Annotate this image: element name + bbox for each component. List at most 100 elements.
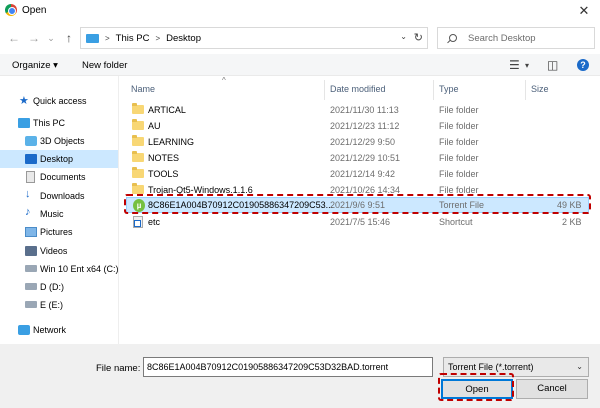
file-type: Shortcut	[439, 217, 473, 227]
file-type: File folder	[439, 137, 479, 147]
file-name: LEARNING	[148, 137, 195, 147]
sidebar-item-label: Documents	[40, 172, 86, 182]
sidebar-item-videos[interactable]: Videos	[0, 242, 118, 260]
search-icon	[449, 34, 457, 42]
file-date: 2021/12/14 9:42	[330, 169, 396, 179]
chevron-down-icon: ⌄	[576, 362, 583, 371]
sidebar-item-documents[interactable]: Documents	[0, 168, 118, 186]
column-divider[interactable]	[433, 80, 434, 100]
sidebar-item-label: This PC	[33, 118, 66, 128]
folder-icon	[132, 151, 144, 162]
file-date: 2021/11/30 11:13	[330, 105, 399, 115]
file-name: AU	[148, 121, 161, 131]
command-bar: Organize ▾ New folder ☰ ▾ ◫ ?	[0, 54, 600, 76]
file-date: 2021/12/29 9:50	[330, 137, 396, 147]
view-options-icon[interactable]: ☰	[509, 58, 520, 72]
breadcrumb-desktop[interactable]: Desktop	[166, 33, 201, 44]
sidebar-item-c-drive[interactable]: Win 10 Ent x64 (C:)	[0, 260, 119, 278]
chevron-down-icon[interactable]: ▾	[525, 61, 529, 70]
organize-button[interactable]: Organize ▾	[12, 60, 58, 71]
column-divider[interactable]	[324, 80, 325, 100]
file-date: 2021/7/5 15:46	[330, 217, 391, 227]
sidebar-item-label: Desktop	[40, 154, 74, 164]
document-icon	[26, 171, 35, 183]
sidebar-item-e-drive[interactable]: E (E:)	[0, 296, 118, 314]
star-icon: ★	[19, 95, 29, 107]
sidebar-item-label: E (E:)	[40, 300, 64, 310]
folder-icon	[132, 103, 144, 114]
refresh-icon[interactable]: ↻	[414, 31, 423, 44]
sidebar-item-quick-access[interactable]: ★ Quick access	[0, 92, 118, 110]
sidebar-item-label: Win 10 Ent x64 (C:)	[40, 264, 119, 274]
drive-icon	[25, 283, 37, 290]
preview-pane-icon[interactable]: ◫	[547, 58, 558, 72]
chevron-down-icon[interactable]: ⌄	[400, 32, 407, 41]
breadcrumb-separator-icon[interactable]: >	[155, 34, 160, 43]
folder-icon	[132, 119, 144, 130]
new-folder-button[interactable]: New folder	[82, 60, 127, 71]
table-row[interactable]: AU 2021/12/23 11:12 File folder	[126, 118, 589, 134]
forward-button[interactable]: →	[26, 30, 42, 46]
file-date: 2021/12/23 11:12	[330, 121, 400, 131]
back-button[interactable]: ←	[6, 30, 22, 46]
search-box[interactable]: Search Desktop	[437, 27, 595, 49]
table-row[interactable]: LEARNING 2021/12/29 9:50 File folder	[126, 134, 589, 150]
table-row[interactable]: NOTES 2021/12/29 10:51 File folder	[126, 150, 589, 166]
sidebar-item-label: Pictures	[40, 227, 73, 237]
file-name: etc	[148, 217, 161, 227]
computer-icon	[86, 33, 99, 43]
breadcrumb-this-pc[interactable]: This PC	[116, 33, 150, 44]
shortcut-icon	[133, 216, 143, 228]
cancel-button[interactable]: Cancel	[516, 379, 588, 399]
sidebar-item-label: Network	[33, 325, 67, 335]
up-button[interactable]: ↑	[61, 30, 77, 46]
file-type: File folder	[439, 169, 479, 179]
column-divider[interactable]	[525, 80, 526, 100]
navigation-pane: ★ Quick access This PC 3D Objects Deskto…	[0, 76, 119, 344]
file-size: 2 KB	[562, 217, 582, 227]
filetype-value: Torrent File (*.torrent)	[448, 362, 534, 372]
file-type: File folder	[439, 153, 479, 163]
column-header-name[interactable]: Name	[131, 84, 155, 94]
sidebar-item-3d-objects[interactable]: 3D Objects	[0, 132, 118, 150]
picture-icon	[25, 227, 37, 237]
highlight-annotation	[438, 373, 514, 401]
file-name: TOOLS	[148, 169, 179, 179]
sort-ascending-icon: ^	[222, 76, 226, 85]
file-date: 2021/12/29 10:51	[330, 153, 401, 163]
column-header-size[interactable]: Size	[531, 84, 549, 94]
sidebar-item-network[interactable]: Network	[0, 321, 118, 339]
recent-locations-button[interactable]: ⌄	[43, 30, 59, 46]
sidebar-item-label: Videos	[40, 246, 68, 256]
desktop-icon	[25, 154, 37, 164]
table-row[interactable]: ARTICAL 2021/11/30 11:13 File folder	[126, 102, 589, 118]
table-row[interactable]: TOOLS 2021/12/14 9:42 File folder	[126, 166, 589, 182]
window-title: Open	[22, 5, 47, 16]
sidebar-item-d-drive[interactable]: D (D:)	[0, 278, 118, 296]
sidebar-item-label: Music	[40, 209, 64, 219]
file-name: ARTICAL	[148, 105, 186, 115]
breadcrumb-separator-icon[interactable]: >	[105, 34, 110, 43]
chrome-icon	[5, 4, 17, 16]
table-row[interactable]: etc 2021/7/5 15:46 Shortcut 2 KB	[126, 214, 589, 230]
help-icon[interactable]: ?	[577, 59, 589, 71]
close-button[interactable]: ✕	[568, 0, 600, 22]
sidebar-item-label: Downloads	[40, 191, 85, 201]
sidebar-item-desktop[interactable]: Desktop	[0, 150, 118, 168]
sidebar-item-pictures[interactable]: Pictures	[0, 223, 118, 241]
sidebar-item-label: 3D Objects	[40, 136, 85, 146]
title-bar: Open ✕	[0, 0, 600, 22]
column-header-date[interactable]: Date modified	[330, 84, 386, 94]
drive-icon	[25, 265, 37, 272]
address-bar[interactable]: > This PC > Desktop ⌄ ↻	[80, 27, 428, 49]
highlight-annotation	[124, 194, 591, 214]
search-input[interactable]: Search Desktop	[468, 33, 536, 44]
file-type: File folder	[439, 105, 479, 115]
sidebar-item-downloads[interactable]: ↓ Downloads	[0, 187, 118, 205]
network-icon	[18, 325, 30, 335]
filename-input[interactable]: 8C86E1A004B70912C01905886347209C53D32BAD…	[143, 357, 433, 377]
folder-icon	[132, 167, 144, 178]
sidebar-item-music[interactable]: ♪ Music	[0, 205, 118, 223]
column-header-type[interactable]: Type	[439, 84, 459, 94]
sidebar-item-this-pc[interactable]: This PC	[0, 114, 118, 132]
